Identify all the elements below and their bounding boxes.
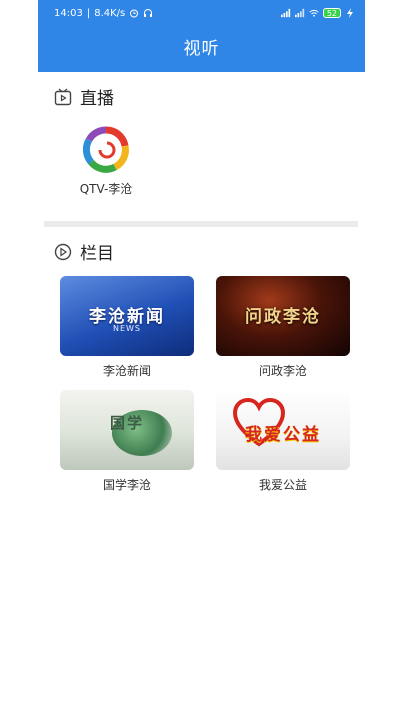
wifi-icon (309, 9, 319, 17)
program-card-licang-news[interactable]: 李沧新闻 NEWS 李沧新闻 (59, 276, 195, 379)
live-channel-qtv-licang[interactable]: QTV-李沧 (74, 126, 138, 197)
program-label: 李沧新闻 (102, 364, 151, 378)
section-divider (44, 221, 358, 227)
program-thumbnail: 我爱公益 (216, 390, 350, 470)
program-label: 问政李沧 (258, 364, 307, 378)
program-thumbnail: 国学 (60, 390, 194, 470)
program-card-woai-gongyi[interactable]: 我爱公益 我爱公益 (215, 390, 351, 493)
app-screen: 14:03 | 8.4K/s 52 视听 直播 QTV-李沧 栏目 李沧新闻 N… (38, 0, 365, 710)
program-thumbnail: 李沧新闻 NEWS (60, 276, 194, 356)
status-time: 14:03 (54, 7, 83, 19)
app-header: 14:03 | 8.4K/s 52 视听 (38, 0, 365, 72)
alarm-icon (130, 9, 139, 18)
thumbnail-title: 问政李沧 (245, 307, 321, 327)
thumbnail-title: 我爱公益 (245, 425, 321, 445)
programs-section-label: 栏目 (80, 244, 114, 264)
signal-icon-2 (294, 8, 304, 18)
signal-icon (280, 8, 290, 18)
program-label: 我爱公益 (258, 478, 307, 492)
status-net-speed: 8.4K/s (94, 7, 126, 19)
thumbnail-subtitle: NEWS (112, 324, 142, 333)
charging-icon (347, 8, 353, 18)
program-card-wenzheng-licang[interactable]: 问政李沧 问政李沧 (215, 276, 351, 379)
live-section-header: 直播 (54, 84, 114, 109)
program-card-guoxue-licang[interactable]: 国学 国学李沧 (59, 390, 195, 493)
status-bar: 14:03 | 8.4K/s 52 (38, 0, 365, 26)
thumbnail-title: 国学 (109, 414, 144, 432)
page-title: 视听 (183, 39, 220, 59)
programs-section-header: 栏目 (54, 239, 114, 264)
live-section-label: 直播 (80, 89, 114, 109)
qtv-logo-icon (83, 126, 129, 173)
program-thumbnail: 问政李沧 (216, 276, 350, 356)
play-circle-icon (54, 243, 72, 260)
program-label: 国学李沧 (102, 478, 151, 492)
live-channel-label: QTV-李沧 (79, 182, 133, 196)
tv-play-icon (54, 88, 72, 105)
battery-indicator: 52 (322, 8, 341, 18)
headset-icon (144, 9, 153, 17)
